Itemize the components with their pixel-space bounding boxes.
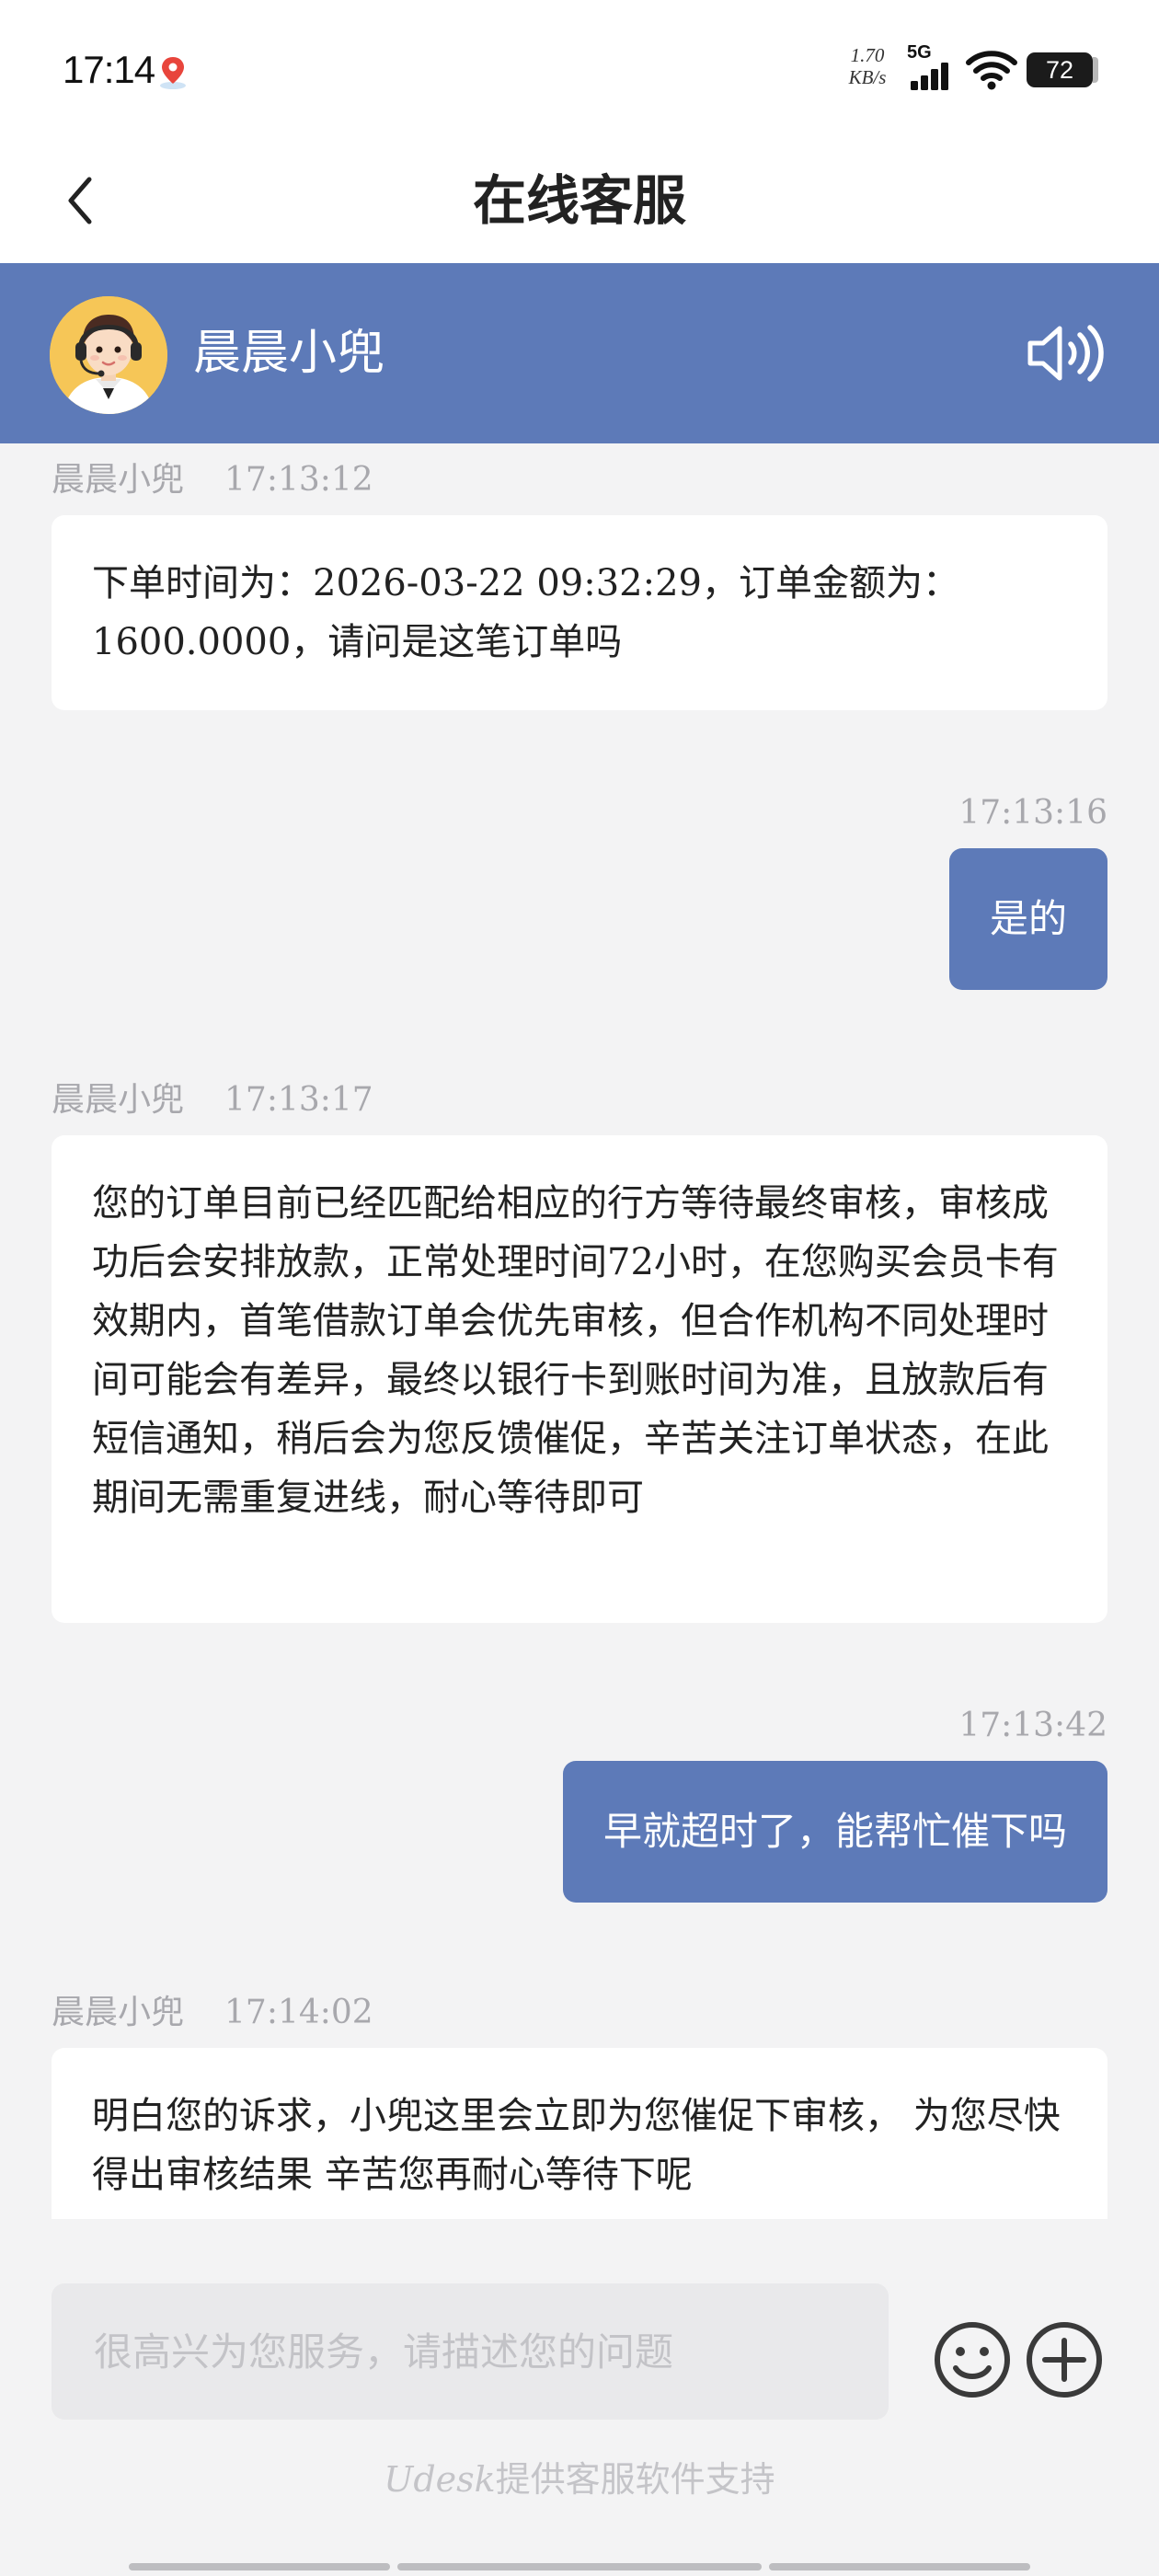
powered-by-text: 提供客服软件支持 — [495, 2459, 775, 2500]
speaker-button[interactable] — [1025, 320, 1107, 386]
battery-indicator: 72 — [1027, 52, 1093, 87]
customer-service-avatar-icon — [50, 296, 167, 414]
input-bar: Udesk提供客服软件支持 — [0, 2258, 1159, 2576]
message-sender: 晨晨小兜 — [52, 1994, 185, 2031]
page-title: 在线客服 — [472, 169, 686, 232]
nav-gesture-bar — [397, 2563, 762, 2570]
emoji-button[interactable] — [933, 2320, 1012, 2399]
message-input[interactable] — [52, 2283, 889, 2420]
network-speed-unit: KB/s — [848, 66, 887, 88]
nav-gesture-bar — [129, 2563, 390, 2570]
status-bar: 17:14 1.70 KB/s 5G 72 — [0, 0, 1159, 138]
message-meta: 晨晨小兜 17:13:17 — [52, 1078, 373, 1122]
message-bubble-incoming: 明白您的诉求，小兜这里会立即为您催促下审核， 为您尽快得出审核结果 辛苦您再耐心… — [52, 2048, 1107, 2219]
network-type: 5G — [907, 42, 932, 63]
agent-header: 晨晨小兜 — [0, 263, 1159, 443]
message-meta: 晨晨小兜 17:14:02 — [52, 1991, 373, 2035]
plus-circle-icon — [1027, 2322, 1102, 2398]
message-time: 17:13:42 — [958, 1707, 1107, 1744]
plus-button[interactable] — [1025, 2320, 1104, 2399]
powered-by-brand: Udesk — [384, 2459, 496, 2500]
powered-by-note: Udesk提供客服软件支持 — [0, 2451, 1159, 2501]
wifi-icon — [966, 51, 1017, 90]
emoji-smile-icon — [935, 2322, 1010, 2398]
agent-name: 晨晨小兜 — [193, 326, 385, 381]
network-speed-value: 1.70 — [850, 44, 885, 66]
speaker-icon — [1027, 325, 1104, 382]
message-time: 17:13:12 — [224, 461, 373, 499]
message-meta: 晨晨小兜 17:13:12 — [52, 458, 373, 502]
cellular-signal: 5G — [907, 42, 960, 94]
message-bubble-outgoing: 早就超时了，能帮忙催下吗 — [562, 1761, 1107, 1903]
message-bubble-outgoing: 是的 — [948, 848, 1107, 990]
chevron-left-icon — [68, 177, 92, 224]
status-time: 17:14 — [63, 48, 155, 91]
nav-gesture-bar — [769, 2563, 1030, 2570]
network-speed: 1.70 KB/s — [844, 44, 890, 88]
message-time: 17:13:17 — [224, 1081, 373, 1119]
battery-tip — [1093, 57, 1098, 83]
message-bubble-incoming: 您的订单目前已经匹配给相应的行方等待最终审核，审核成功后会安排放款，正常处理时间… — [52, 1135, 1107, 1623]
location-pin-icon — [160, 57, 186, 89]
message-bubble-incoming: 下单时间为：2026-03-22 09:32:29，订单金额为：1600.000… — [52, 515, 1107, 710]
signal-bars-icon — [911, 63, 948, 90]
chat-message-list[interactable]: 晨晨小兜 17:13:12 下单时间为：2026-03-22 09:32:29，订… — [0, 443, 1159, 2219]
back-button[interactable] — [52, 166, 107, 236]
message-sender: 晨晨小兜 — [52, 1081, 185, 1119]
message-sender: 晨晨小兜 — [52, 461, 185, 499]
message-time: 17:14:02 — [224, 1994, 373, 2031]
message-time: 17:13:16 — [958, 794, 1107, 832]
title-bar: 在线客服 — [0, 138, 1159, 263]
